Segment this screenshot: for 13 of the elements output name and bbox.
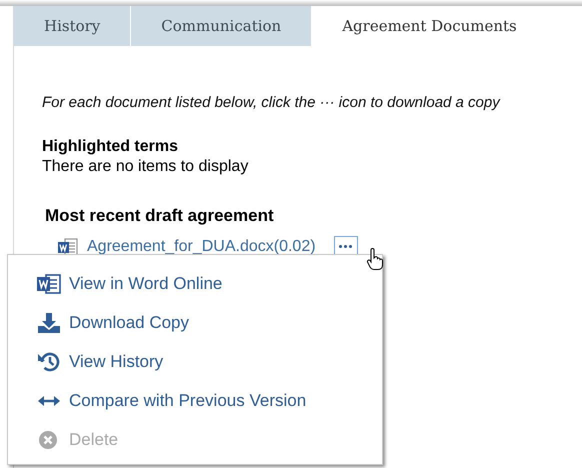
menu-item[interactable]: Download Copy <box>37 309 382 336</box>
empty-message: There are no items to display <box>42 156 250 176</box>
menu-item[interactable]: View History <box>37 348 382 375</box>
instruction-text: For each document listed below, click the ··· icon to download a copy <box>42 93 502 113</box>
tab[interactable]: Communication <box>131 6 312 46</box>
word-icon <box>37 272 61 294</box>
section-title: Highlighted terms <box>42 136 178 156</box>
menu-item[interactable]: Compare with Previous Version <box>37 387 382 414</box>
menu-item[interactable]: View in Word Online <box>37 270 382 297</box>
download-icon <box>37 312 61 334</box>
history-icon <box>37 350 61 372</box>
tab[interactable]: History <box>14 6 130 46</box>
section-title: Most recent draft agreement <box>45 204 274 227</box>
